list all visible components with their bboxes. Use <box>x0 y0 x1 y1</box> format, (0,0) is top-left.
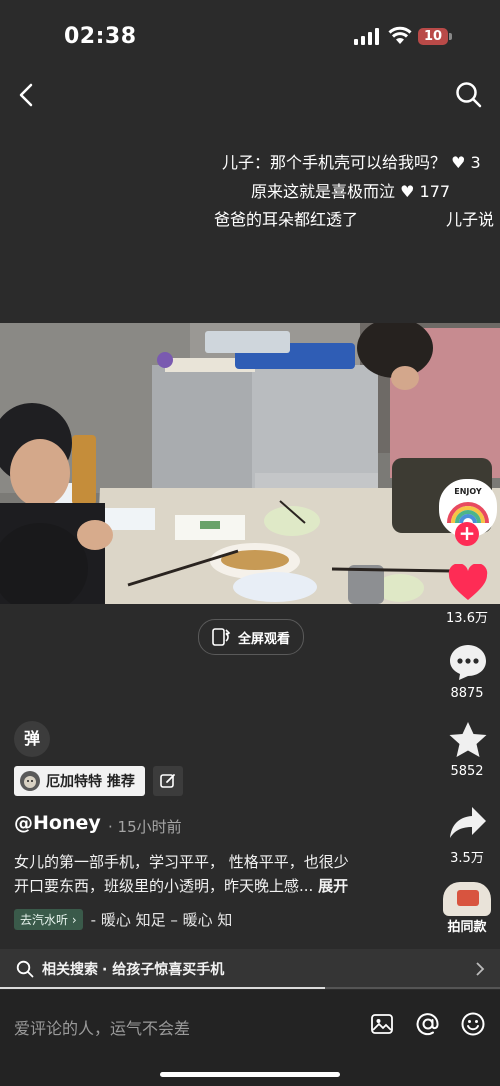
video-description: 女儿的第一部手机，学习平平， 性格平平，也很少 开口要东西，班级里的小透明，昨天… <box>14 850 414 898</box>
battery-indicator: 10 <box>418 28 448 45</box>
video-player[interactable] <box>0 323 500 604</box>
like-count: 13.6万 <box>446 611 488 626</box>
danmaku-item: 原来这就是喜极而泣 ♥ 177 <box>251 182 451 201</box>
danmaku-item: 儿子说 <box>446 210 495 229</box>
description-line: 女儿的第一部手机，学习平平， 性格平平，也很少 <box>14 853 349 871</box>
post-time: · 15小时前 <box>108 818 182 836</box>
related-search-query: · 给孩子惊喜买手机 <box>102 962 225 978</box>
same-style-label[interactable]: 拍同款 <box>437 916 497 935</box>
fullscreen-label: 全屏观看 <box>237 631 290 647</box>
dog-avatar-icon <box>20 771 40 791</box>
back-icon[interactable] <box>16 82 38 108</box>
at-mention-icon[interactable] <box>415 1011 441 1037</box>
wifi-icon <box>388 26 412 44</box>
edit-button[interactable] <box>153 766 183 796</box>
recommend-tag-chip[interactable]: 厄加特特 推荐 <box>14 766 145 796</box>
battery-cap <box>449 33 452 40</box>
follow-button[interactable]: + <box>455 522 479 546</box>
danmaku-item: 爸爸的耳朵都红透了 <box>214 210 359 229</box>
home-indicator <box>160 1072 340 1077</box>
same-style-thumbnail[interactable] <box>443 882 491 916</box>
danmaku-toggle-button[interactable]: 弹 <box>14 721 50 757</box>
favorite-count: 5852 <box>450 764 484 779</box>
recommend-tag-label: 厄加特特 推荐 <box>46 774 135 790</box>
expand-button[interactable]: 展开 <box>318 877 348 895</box>
like-heart-icon[interactable] <box>448 564 488 602</box>
video-progress-fill <box>0 987 325 989</box>
share-count: 3.5万 <box>450 851 484 866</box>
avatar-text: ENJOY <box>454 487 482 496</box>
author-name[interactable]: @Honey <box>14 812 101 834</box>
image-icon[interactable] <box>370 1012 394 1036</box>
music-app-chip[interactable]: 去汽水听 › <box>14 908 83 930</box>
search-small-icon <box>16 960 34 978</box>
status-time: 02:38 <box>64 24 137 49</box>
comment-icon[interactable] <box>448 643 488 681</box>
chevron-right-icon <box>476 962 485 976</box>
comment-input[interactable]: 爱评论的人，运气不会差 <box>14 1015 190 1039</box>
music-row[interactable]: 去汽水听 › - 暖心 知足 – 暖心 知 <box>14 907 314 931</box>
fullscreen-button[interactable]: 全屏观看 <box>198 619 304 655</box>
share-arrow-icon[interactable] <box>448 805 488 841</box>
related-search-bar[interactable]: 相关搜索 · 给孩子惊喜买手机 <box>0 949 500 989</box>
description-line: 开口要东西，班级里的小透明，昨天晚上感... <box>14 877 314 895</box>
edit-icon <box>160 774 175 788</box>
related-search-prefix: 相关搜索 <box>42 962 98 978</box>
music-track: - 暖心 知足 – 暖心 知 <box>90 910 233 929</box>
video-frame-image <box>0 323 500 604</box>
danmaku-item: 儿子：那个手机壳可以给我吗？ ♥ 3 <box>222 153 481 172</box>
fullscreen-icon <box>212 628 231 646</box>
search-icon[interactable] <box>455 81 483 109</box>
comment-count: 8875 <box>450 686 484 701</box>
favorite-star-icon[interactable] <box>448 721 488 759</box>
emoji-icon[interactable] <box>460 1011 486 1037</box>
signal-icon <box>354 28 379 45</box>
